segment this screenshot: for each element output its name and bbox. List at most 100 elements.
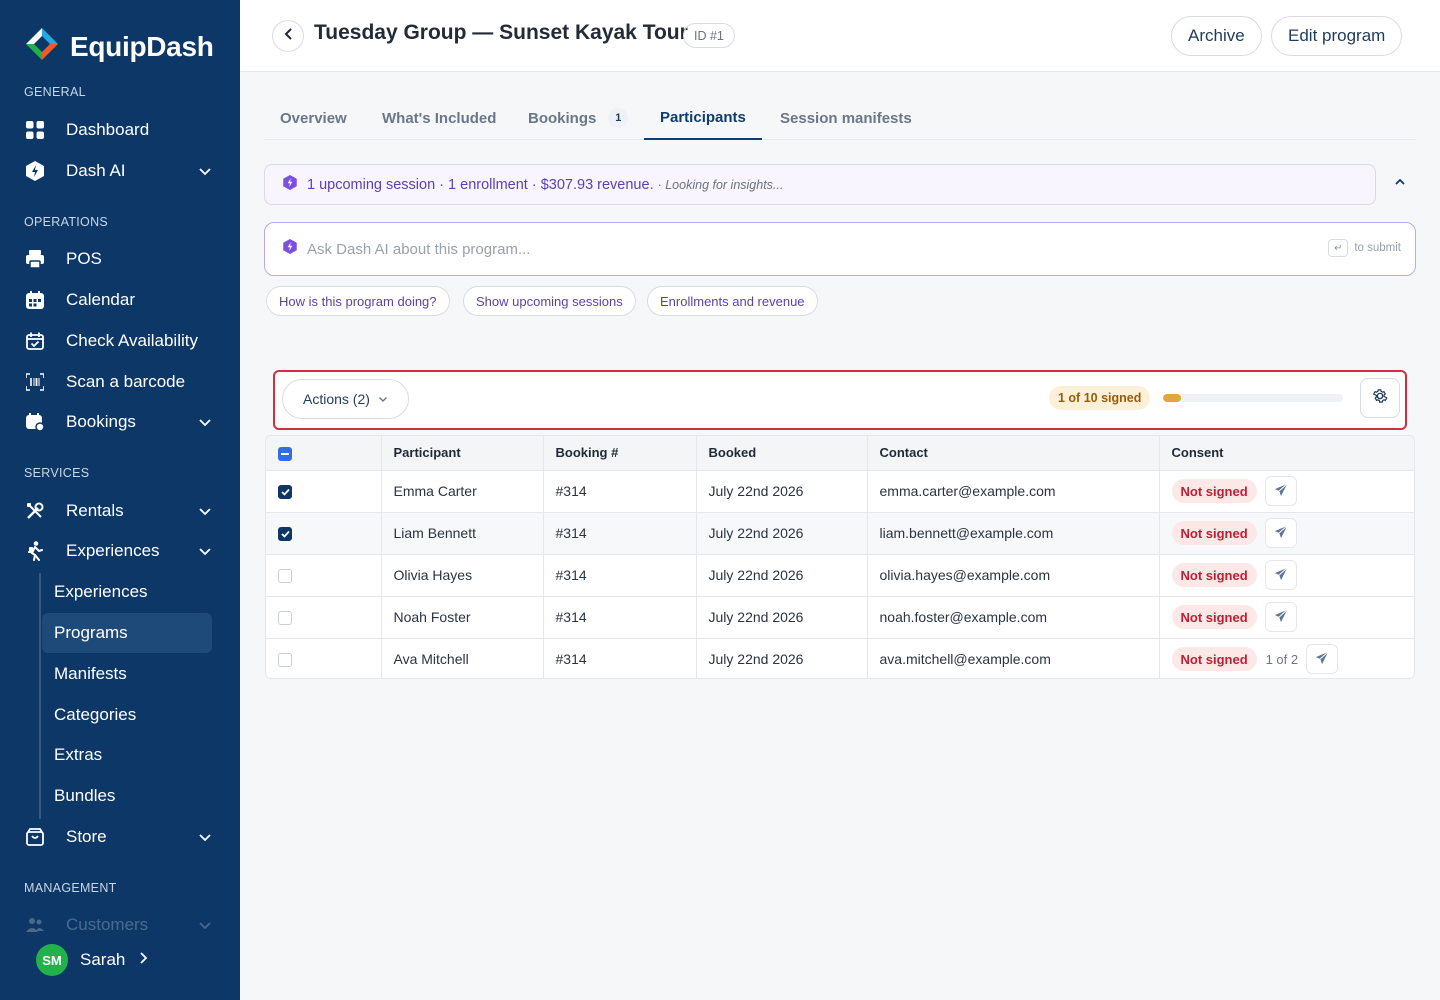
column-header-booked[interactable]: Booked	[696, 436, 868, 471]
booking-number: #314	[543, 470, 697, 513]
sidebar-item-label: POS	[66, 249, 102, 268]
sidebar-item-experiences[interactable]: Experiences	[24, 533, 216, 569]
tab-session-manifests[interactable]: Session manifests	[764, 96, 928, 140]
chevron-down-icon	[198, 917, 212, 937]
sidebar-item-store[interactable]: Store	[24, 819, 216, 855]
status-badge: Not signed	[1171, 605, 1257, 629]
booked-date: July 22nd 2026	[696, 596, 868, 639]
back-button[interactable]	[272, 20, 304, 52]
sidebar-subitem-bundles[interactable]: Bundles	[42, 776, 212, 816]
row-checkbox[interactable]	[278, 485, 292, 500]
sidebar-item-pos[interactable]: POS	[24, 241, 216, 277]
column-header-contact[interactable]: Contact	[867, 436, 1160, 471]
collapse-summary-button[interactable]	[1388, 172, 1412, 196]
send-consent-button[interactable]	[1264, 476, 1297, 506]
select-all-cell	[266, 436, 382, 471]
select-all-checkbox[interactable]	[278, 446, 292, 461]
tab-participants[interactable]: Participants	[644, 96, 762, 140]
suggestion-chip[interactable]: Enrollments and revenue	[647, 286, 818, 316]
calendar-cart-icon	[24, 411, 46, 433]
sidebar-item-dash-ai[interactable]: Dash AI	[24, 153, 216, 189]
table-header-row: Participant Booking # Booked Contact Con…	[266, 436, 1414, 471]
paper-plane-icon	[1274, 566, 1288, 584]
chevron-down-icon	[378, 391, 388, 407]
actions-label: Actions (2)	[303, 391, 370, 407]
select-cell	[266, 554, 382, 597]
brand[interactable]: EquipDash	[24, 26, 214, 67]
ask-dash-ai-input[interactable]	[307, 240, 1207, 258]
table-row[interactable]: Noah Foster #314 July 22nd 2026 noah.fos…	[266, 596, 1414, 639]
booking-number: #314	[543, 596, 697, 639]
tools-icon	[24, 500, 46, 522]
contact-email: ava.mitchell@example.com	[867, 638, 1160, 678]
sidebar-item-label: Check Availability	[66, 331, 198, 350]
row-checkbox[interactable]	[278, 527, 292, 542]
column-header-booking[interactable]: Booking #	[543, 436, 697, 471]
tab-bookings[interactable]: Bookings 1	[512, 96, 644, 140]
sidebar-subitem-manifests[interactable]: Manifests	[42, 654, 212, 694]
calendar-check-icon	[24, 330, 46, 352]
table-row[interactable]: Emma Carter #314 July 22nd 2026 emma.car…	[266, 470, 1414, 513]
column-header-participant[interactable]: Participant	[381, 436, 544, 471]
edit-program-button[interactable]: Edit program	[1271, 16, 1403, 56]
chevron-right-icon	[139, 951, 149, 970]
sidebar-item-dashboard[interactable]: Dashboard	[24, 112, 216, 148]
sidebar-item-rentals[interactable]: Rentals	[24, 493, 216, 529]
send-consent-button[interactable]	[1264, 602, 1297, 632]
sidebar-item-label: Store	[66, 827, 107, 846]
table-row[interactable]: Liam Bennett #314 July 22nd 2026 liam.be…	[266, 512, 1414, 555]
sidebar-subitem-experiences[interactable]: Experiences	[42, 572, 212, 612]
tab-label: What's Included	[382, 109, 497, 127]
actions-dropdown-button[interactable]: Actions (2)	[282, 379, 409, 419]
send-consent-button[interactable]	[1305, 644, 1338, 675]
table-settings-button[interactable]	[1360, 378, 1400, 418]
sidebar-item-customers[interactable]: Customers	[24, 907, 216, 943]
user-menu[interactable]: SM Sarah	[36, 944, 149, 976]
participants-toolbar: Actions (2) 1 of 10 signed	[273, 370, 1407, 430]
booking-number: #314	[543, 638, 697, 678]
send-consent-button[interactable]	[1264, 560, 1297, 590]
dash-ai-icon	[283, 174, 297, 195]
ask-dash-ai-box: ↵ to submit	[264, 222, 1416, 276]
row-checkbox[interactable]	[278, 569, 292, 584]
status-badge: Not signed	[1171, 647, 1257, 672]
sidebar-item-label: Dashboard	[66, 120, 150, 139]
suggestion-chip[interactable]: Show upcoming sessions	[463, 286, 636, 316]
sidebar-item-scan-barcode[interactable]: Scan a barcode	[24, 364, 216, 400]
section-label-general: GENERAL	[24, 85, 86, 99]
consent-cell: Not signed	[1159, 596, 1414, 639]
sidebar-subitem-programs[interactable]: Programs	[42, 613, 212, 653]
table-row[interactable]: Ava Mitchell #314 July 22nd 2026 ava.mit…	[266, 638, 1414, 678]
sidebar-item-calendar[interactable]: Calendar	[24, 282, 216, 318]
participant-name: Ava Mitchell	[381, 638, 544, 678]
suggestion-chip[interactable]: How is this program doing?	[266, 286, 450, 316]
submit-hint-text: to submit	[1354, 242, 1401, 254]
id-badge: ID #1	[683, 23, 735, 48]
tab-whats-included[interactable]: What's Included	[366, 96, 512, 140]
sidebar-item-check-availability[interactable]: Check Availability	[24, 323, 216, 359]
sidebar-item-bookings[interactable]: Bookings	[24, 404, 216, 440]
sidebar-subitem-categories[interactable]: Categories	[42, 695, 212, 735]
row-checkbox[interactable]	[278, 653, 292, 668]
dash-ai-icon	[283, 239, 297, 259]
tab-overview[interactable]: Overview	[264, 96, 363, 140]
ai-summary-banner: 1 upcoming session · 1 enrollment · $307…	[264, 164, 1376, 205]
row-checkbox[interactable]	[278, 611, 292, 626]
chevron-down-icon	[198, 829, 212, 849]
booked-date: July 22nd 2026	[696, 638, 868, 678]
select-cell	[266, 638, 382, 678]
users-icon	[24, 914, 46, 936]
booking-number: #314	[543, 512, 697, 555]
table-row[interactable]: Olivia Hayes #314 July 22nd 2026 olivia.…	[266, 554, 1414, 597]
tab-bar: Overview What's Included Bookings 1 Parti…	[264, 96, 1416, 140]
chevron-down-icon	[198, 543, 212, 563]
user-name: Sarah	[80, 950, 126, 969]
status-badge: Not signed	[1171, 563, 1257, 587]
chevron-down-icon	[198, 503, 212, 523]
send-consent-button[interactable]	[1264, 518, 1297, 548]
sidebar-subitem-extras[interactable]: Extras	[42, 735, 212, 775]
ai-insight-status: · Looking for insights...	[657, 177, 784, 192]
signed-progress-bar	[1163, 394, 1343, 402]
column-header-consent[interactable]: Consent	[1159, 436, 1414, 471]
archive-button[interactable]: Archive	[1171, 16, 1262, 56]
